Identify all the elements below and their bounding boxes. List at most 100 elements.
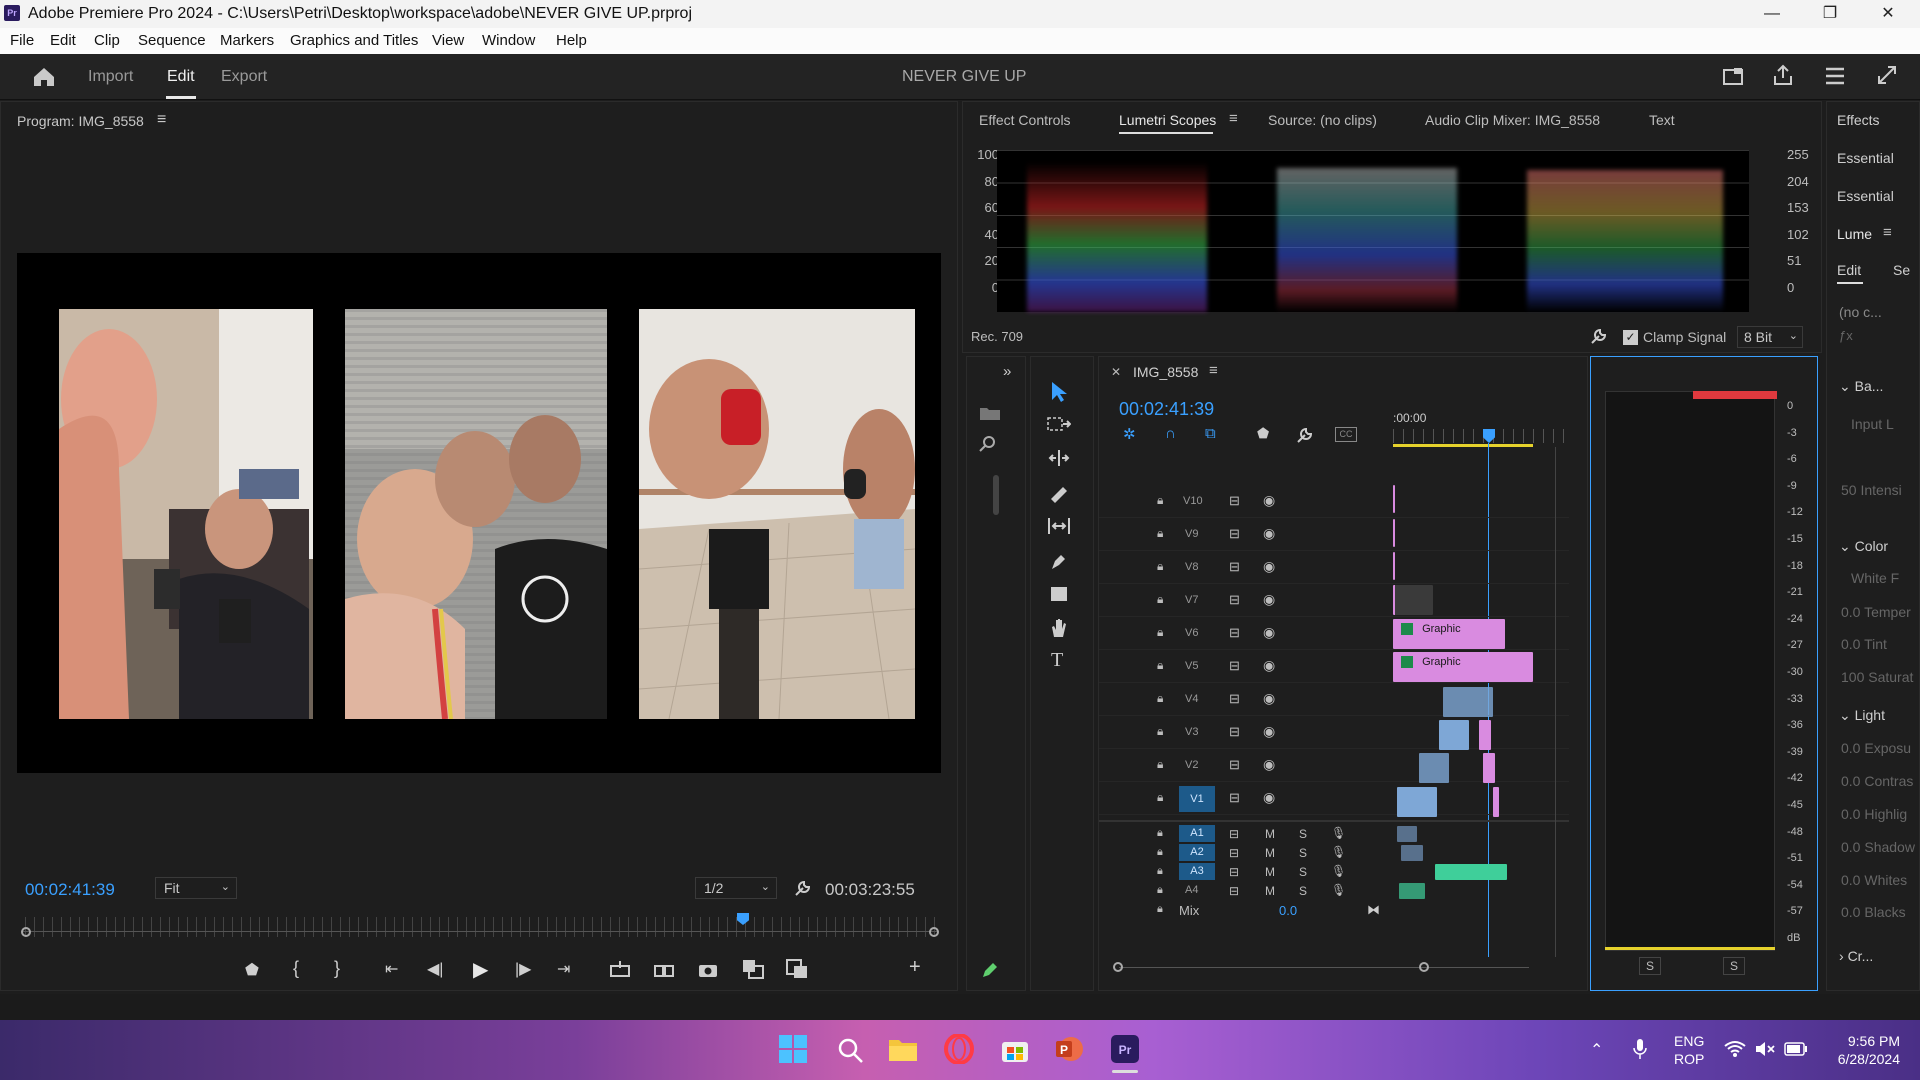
eye-icon[interactable]: ◉ <box>1263 789 1275 806</box>
captions-icon[interactable]: CC <box>1335 427 1357 442</box>
snap-magnet-icon[interactable]: ∩ <box>1165 425 1176 442</box>
solo-button[interactable]: S <box>1299 846 1307 860</box>
close-button[interactable]: ✕ <box>1868 2 1908 26</box>
solo-right-button[interactable]: S <box>1723 957 1745 975</box>
battery-icon[interactable] <box>1784 1042 1808 1056</box>
solo-button[interactable]: S <box>1299 865 1307 879</box>
lock-icon[interactable]: 🔒︎ <box>1157 846 1163 859</box>
clip-a2[interactable] <box>1401 845 1423 861</box>
quick-export-icon[interactable] <box>1722 66 1744 86</box>
menu-view[interactable]: View <box>432 32 464 49</box>
export-frame-camera-icon[interactable] <box>697 960 719 978</box>
scroll-handle-right[interactable] <box>1419 962 1429 972</box>
mix-end-icon[interactable]: ⧓ <box>1367 902 1380 918</box>
menu-sequence[interactable]: Sequence <box>138 32 206 49</box>
section-light[interactable]: ⌄ Light <box>1839 707 1885 724</box>
sync-lock-icon[interactable]: ⊟ <box>1229 846 1239 860</box>
ripple-edit-tool-icon[interactable] <box>1047 449 1071 467</box>
clamp-signal-checkbox[interactable]: ✓ <box>1623 330 1638 345</box>
clip-v8[interactable] <box>1393 552 1395 580</box>
mute-button[interactable]: M <box>1265 827 1275 841</box>
timeline-timecode[interactable]: 00:02:41:39 <box>1119 399 1214 420</box>
sync-lock-icon[interactable]: ⊟ <box>1229 658 1240 674</box>
tab-audio-clip-mixer[interactable]: Audio Clip Mixer: IMG_8558 <box>1425 112 1600 128</box>
premiere-pro-taskbar-icon[interactable]: Pr <box>1110 1034 1140 1064</box>
overwrite-icon[interactable] <box>785 958 809 980</box>
rgb-parade-scope[interactable] <box>997 150 1749 312</box>
add-marker-icon[interactable]: ⬟ <box>1257 425 1269 442</box>
linked-selection-icon[interactable]: ⧉ <box>1205 425 1216 442</box>
sync-lock-icon[interactable]: ⊟ <box>1229 493 1240 509</box>
eye-icon[interactable]: ◉ <box>1263 723 1275 740</box>
sync-lock-icon[interactable]: ⊟ <box>1229 691 1240 707</box>
solo-left-button[interactable]: S <box>1639 957 1661 975</box>
clip-v1-graphic[interactable] <box>1493 787 1499 817</box>
panel-menu-icon[interactable]: ≡ <box>1209 362 1218 379</box>
panel-menu-icon[interactable]: ≡ <box>1229 110 1238 127</box>
microphone-icon[interactable]: 🎙︎ <box>1331 883 1346 897</box>
mute-button[interactable]: M <box>1265 865 1275 879</box>
intensity-value[interactable]: 50 Intensi <box>1841 482 1902 498</box>
input-language-indicator[interactable]: ENG ROP <box>1674 1032 1704 1068</box>
mute-button[interactable]: M <box>1265 884 1275 898</box>
play-icon[interactable]: ▶ <box>473 957 488 982</box>
go-to-out-icon[interactable]: ⇥ <box>557 959 570 979</box>
sync-lock-icon[interactable]: ⊟ <box>1229 757 1240 773</box>
lock-icon[interactable]: 🔒︎ <box>1157 724 1163 739</box>
sync-lock-icon[interactable]: ⊟ <box>1229 724 1240 740</box>
tab-lumetri-scopes[interactable]: Lumetri Scopes <box>1119 112 1216 128</box>
search-icon[interactable] <box>836 1036 864 1064</box>
restore-button[interactable]: ❐ <box>1810 2 1850 26</box>
menu-window[interactable]: Window <box>482 32 535 49</box>
tab-import[interactable]: Import <box>88 68 133 86</box>
lock-icon[interactable]: 🔒︎ <box>1157 691 1163 706</box>
tab-export[interactable]: Export <box>221 68 267 86</box>
wifi-icon[interactable] <box>1724 1040 1746 1058</box>
solo-button[interactable]: S <box>1299 827 1307 841</box>
lift-icon[interactable] <box>609 960 631 978</box>
program-time-ruler[interactable] <box>25 917 935 937</box>
eye-icon[interactable]: ◉ <box>1263 756 1275 773</box>
zoom-level-select[interactable]: Fit ⌄ <box>155 877 237 899</box>
lock-icon[interactable]: 🔒︎ <box>1157 903 1163 916</box>
file-explorer-icon[interactable] <box>888 1036 918 1062</box>
insert-icon[interactable] <box>741 958 765 980</box>
microphone-icon[interactable] <box>1632 1038 1648 1060</box>
sync-lock-icon[interactable]: ⊟ <box>1229 625 1240 641</box>
pen-tool-icon[interactable] <box>1049 551 1069 571</box>
tab-text[interactable]: Text <box>1649 112 1675 128</box>
go-to-in-icon[interactable]: ⇤ <box>385 959 398 979</box>
extract-icon[interactable] <box>653 960 675 978</box>
clip-a4[interactable] <box>1399 883 1425 899</box>
tab-source[interactable]: Source: (no clips) <box>1268 112 1377 128</box>
menu-edit[interactable]: Edit <box>50 32 76 49</box>
tab-essential-sound[interactable]: Essential <box>1837 188 1894 204</box>
lock-icon[interactable]: 🔒︎ <box>1157 559 1163 574</box>
lock-icon[interactable]: 🔒︎ <box>1157 884 1163 897</box>
menu-graphics-and-titles[interactable]: Graphics and Titles <box>290 32 418 49</box>
tab-effect-controls[interactable]: Effect Controls <box>979 112 1071 128</box>
expand-panels-icon[interactable]: » <box>1003 363 1011 380</box>
search-icon[interactable] <box>979 435 997 453</box>
section-basic-correction[interactable]: ⌄ Ba... <box>1839 378 1883 395</box>
clip-v2[interactable] <box>1419 753 1449 783</box>
clip-a1[interactable] <box>1397 826 1417 842</box>
microsoft-store-icon[interactable] <box>1000 1034 1030 1064</box>
sync-lock-icon[interactable]: ⊟ <box>1229 827 1239 841</box>
highlights-value[interactable]: 0.0 Highlig <box>1841 806 1907 822</box>
lock-icon[interactable]: 🔒︎ <box>1157 592 1163 607</box>
eye-icon[interactable]: ◉ <box>1263 624 1275 641</box>
timeline-vertical-scrollbar[interactable] <box>1555 447 1556 957</box>
lock-icon[interactable]: 🔒︎ <box>1157 658 1163 673</box>
settings-wrench-icon[interactable] <box>793 880 811 898</box>
step-back-icon[interactable]: ◀| <box>427 959 443 979</box>
zoom-handle-right[interactable] <box>929 927 939 937</box>
lock-icon[interactable]: 🔒︎ <box>1157 526 1163 541</box>
timeline-horizontal-scrollbar[interactable] <box>1119 967 1529 968</box>
add-marker-icon[interactable]: ⬟ <box>245 960 259 980</box>
exposure-value[interactable]: 0.0 Exposu <box>1841 740 1911 756</box>
clip-v6-graphic[interactable]: Graphic <box>1393 619 1505 649</box>
clip-v4[interactable] <box>1443 687 1493 717</box>
eye-icon[interactable]: ◉ <box>1263 558 1275 575</box>
sequence-tab[interactable]: IMG_8558 <box>1133 364 1198 380</box>
